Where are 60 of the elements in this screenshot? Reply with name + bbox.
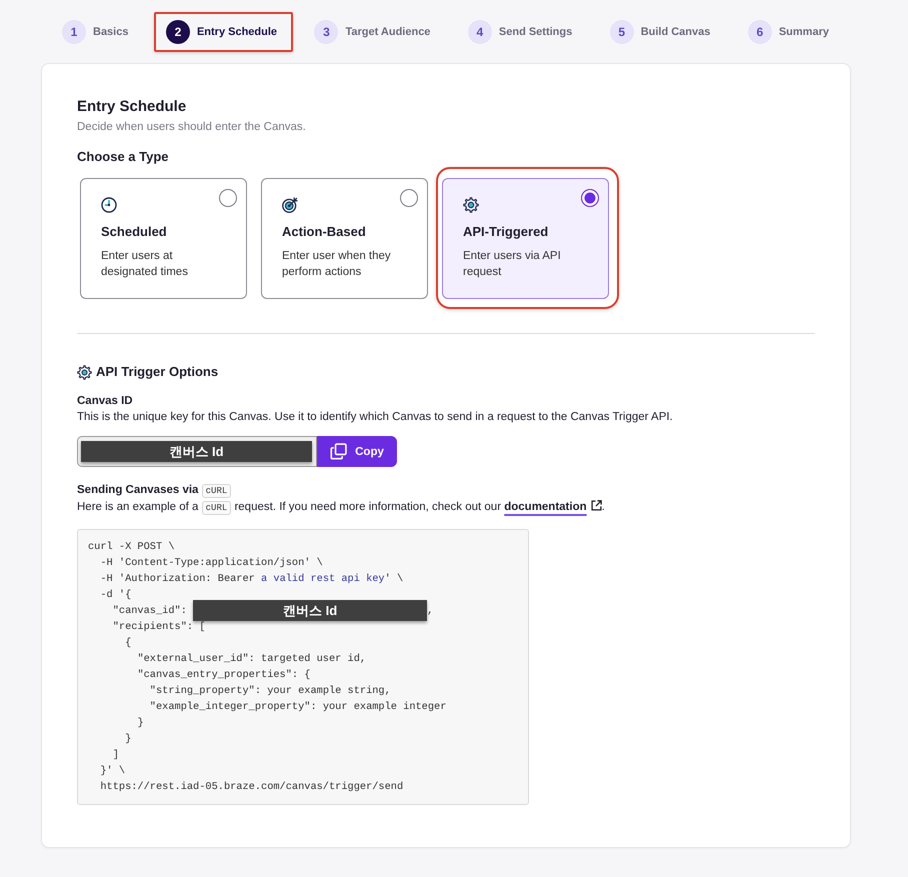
step-tab[interactable]: 2 Entry Schedule bbox=[166, 20, 278, 44]
type-description: Enter user when they perform actions bbox=[282, 249, 392, 280]
step-tab[interactable]: 1 Basics bbox=[62, 20, 128, 44]
code-text: https://rest.iad-05.braze.com/canvas/trigger/send bbox=[100, 781, 404, 793]
step-tab[interactable]: 6 Summary bbox=[748, 20, 829, 44]
gear-icon bbox=[77, 364, 92, 380]
section-subtitle: Decide when users should enter the Canvas. bbox=[77, 120, 307, 135]
canvas-id-label: Canvas ID bbox=[77, 394, 134, 409]
api-options-title: API Trigger Options bbox=[96, 363, 218, 381]
code-text: ] bbox=[112, 749, 119, 761]
canvas-id-field[interactable]: 캔버스 Id bbox=[77, 436, 317, 467]
code-text: } bbox=[137, 717, 144, 729]
code-text: "canvas_entry_properties": { bbox=[137, 669, 310, 681]
step-number: 1 bbox=[62, 20, 86, 44]
step-number: 4 bbox=[468, 20, 492, 44]
step-tab[interactable]: 3 Target Audience bbox=[314, 20, 430, 44]
external-link-icon bbox=[590, 500, 602, 511]
target-icon bbox=[282, 197, 298, 213]
redaction-bar: 캔버스 Id bbox=[193, 600, 428, 621]
redaction-bar: 캔버스 Id bbox=[81, 441, 312, 462]
code-text: "example_integer_property": your example integer bbox=[150, 701, 446, 713]
entry-type-card[interactable]: API-Triggered Enter users via API request bbox=[442, 178, 609, 299]
code-text: -d '{ bbox=[100, 589, 132, 601]
code-text: { bbox=[125, 637, 132, 649]
copy-button[interactable]: Copy bbox=[317, 436, 397, 467]
code-text: , bbox=[427, 605, 434, 618]
code-text: curl -X POST \ bbox=[88, 541, 175, 553]
canvas-id-description: This is the unique key for this Canvas. Use it to identify which Canvas to send in a request to the Canvas Trigger API. bbox=[77, 410, 674, 425]
step-number: 2 bbox=[166, 20, 190, 44]
code-text: "recipients": [ bbox=[112, 621, 206, 633]
clock-icon bbox=[101, 197, 117, 213]
code-text: } bbox=[125, 733, 132, 745]
section-title: Entry Schedule bbox=[77, 97, 188, 117]
code-text: "string_property": your example string, bbox=[150, 685, 391, 697]
radio-button[interactable] bbox=[219, 189, 237, 207]
copy-icon bbox=[330, 443, 348, 460]
radio-button[interactable] bbox=[581, 189, 599, 207]
documentation-link[interactable]: documentation bbox=[504, 501, 602, 513]
step-tab[interactable]: 4 Send Settings bbox=[468, 20, 572, 44]
type-description: Enter users at designated times bbox=[101, 249, 189, 280]
step-number: 5 bbox=[610, 20, 634, 44]
code-text: -H 'Authorization: Bearer a valid rest api key' \ bbox=[100, 573, 404, 585]
choose-type-label: Choose a Type bbox=[77, 148, 170, 166]
type-title: API-Triggered bbox=[463, 223, 550, 241]
code-text: -H 'Content-Type:application/json' \ bbox=[100, 557, 323, 569]
type-description: Enter users via API request bbox=[463, 249, 562, 280]
curl-help-text: Here is an example of a cURL request. If you need more information, check out our documentation . bbox=[77, 499, 606, 516]
code-text: "canvas_id": bbox=[112, 605, 187, 618]
gear-icon bbox=[463, 197, 479, 213]
step-number: 6 bbox=[748, 20, 772, 44]
code-text: "external_user_id": targeted user id, bbox=[137, 653, 366, 665]
step-number: 3 bbox=[314, 20, 338, 44]
radio-button[interactable] bbox=[400, 189, 418, 207]
step-tab[interactable]: 5 Build Canvas bbox=[610, 20, 710, 44]
entry-type-card[interactable]: Action-Based Enter user when they perform actions bbox=[261, 178, 428, 299]
type-title: Action-Based bbox=[282, 223, 367, 241]
type-title: Scheduled bbox=[101, 223, 168, 241]
sending-canvases-heading: Sending Canvases via cURL bbox=[77, 482, 815, 499]
code-text: }' \ bbox=[100, 765, 126, 777]
entry-type-card[interactable]: Scheduled Enter users at designated times bbox=[80, 178, 247, 299]
